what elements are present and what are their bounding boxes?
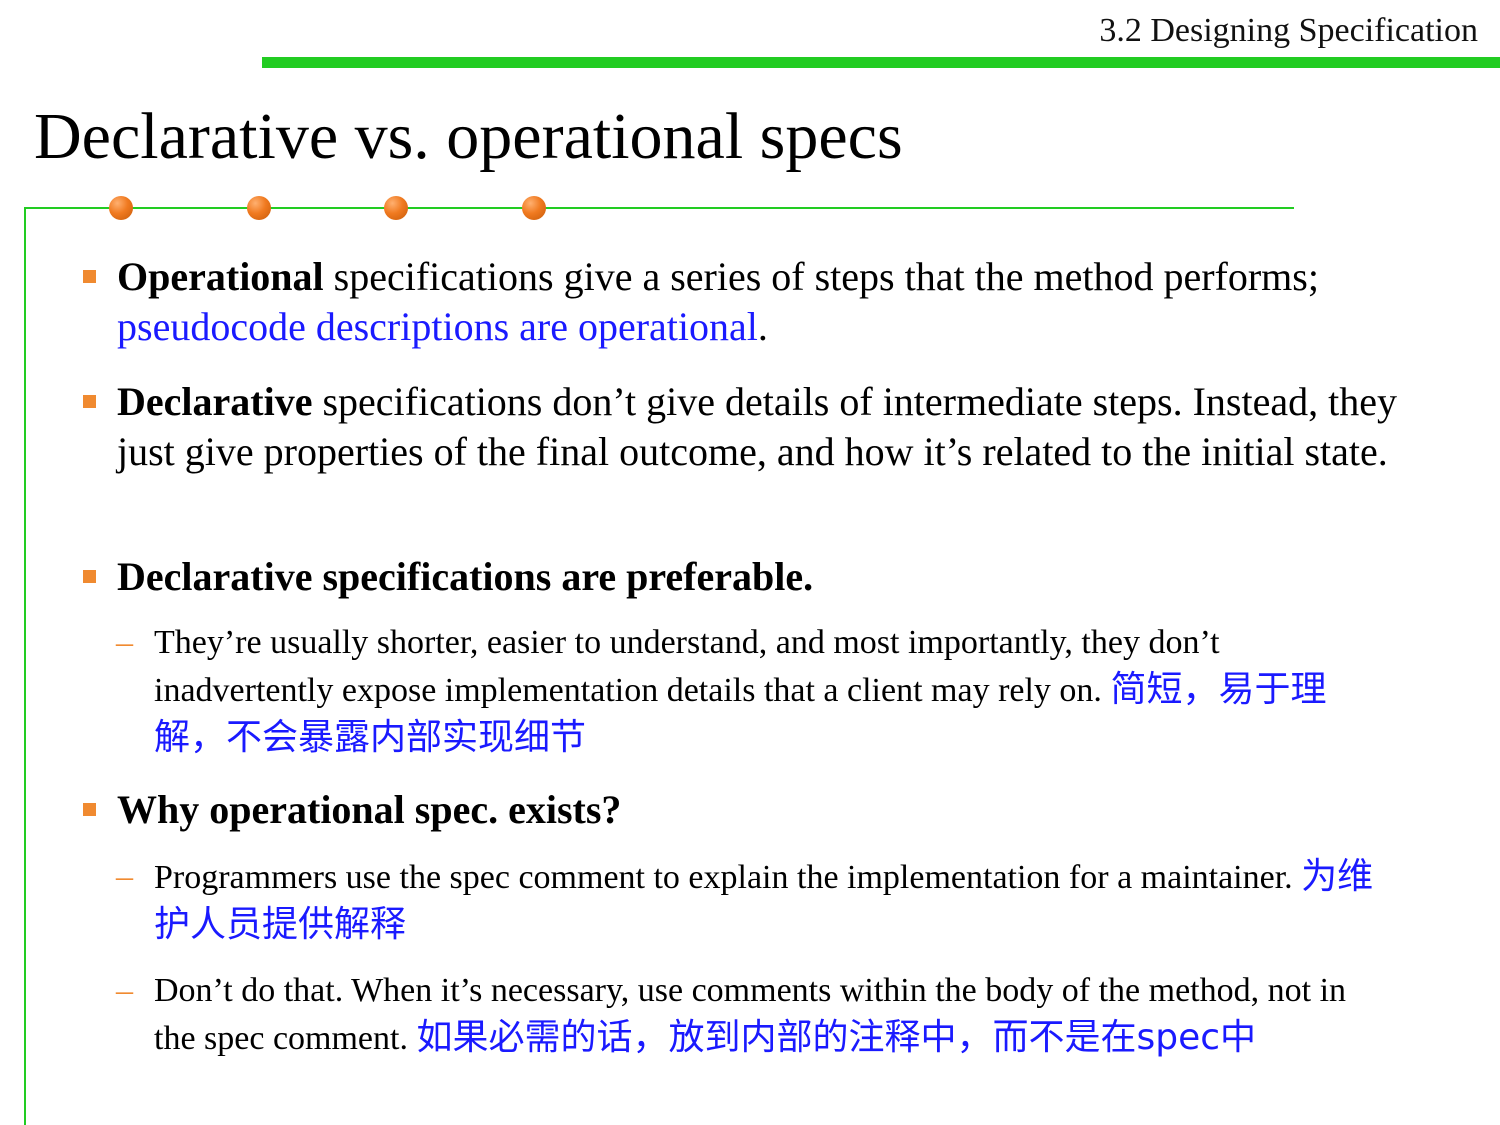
bullet-text: specifications give a series of steps th… [323,254,1319,299]
bullet-tail: . [757,304,768,349]
bullet-why-operational: Why operational spec. exists? [83,785,1397,835]
bullet-marker [83,395,96,408]
dash-marker: – [116,858,133,895]
highlight-text: pseudocode descriptions are operational [117,304,758,349]
bullet-declarative: Declarative specifications don’t give de… [83,377,1397,477]
bullet-term: Declarative [117,379,313,424]
bullet-term: Declarative specifications are preferabl… [117,554,814,599]
bullet-marker [83,570,96,583]
slide-content: Operational specifications give a series… [0,0,1500,1125]
bullet-marker [83,270,96,283]
sub-bullet-programmers: – Programmers use the spec comment to ex… [116,853,1394,949]
bullet-preferable: Declarative specifications are preferabl… [83,552,1397,602]
bullet-term: Why operational spec. exists? [117,787,622,832]
sub-bullet-text: Programmers use the spec comment to expl… [154,859,1302,896]
bullet-marker [83,803,96,816]
sub-bullet-text: They’re usually shorter, easier to under… [154,624,1220,709]
sub-bullet-shorter: – They’re usually shorter, easier to und… [116,619,1394,762]
sub-bullet-dont-do-that: – Don’t do that. When it’s necessary, us… [116,967,1394,1062]
bullet-operational: Operational specifications give a series… [83,252,1397,352]
dash-marker: – [116,624,133,661]
dash-marker: – [116,972,133,1009]
bullet-term: Operational [117,254,324,299]
chinese-note: 如果必需的话，放到内部的注释中，而不是在spec中 [416,1017,1257,1058]
